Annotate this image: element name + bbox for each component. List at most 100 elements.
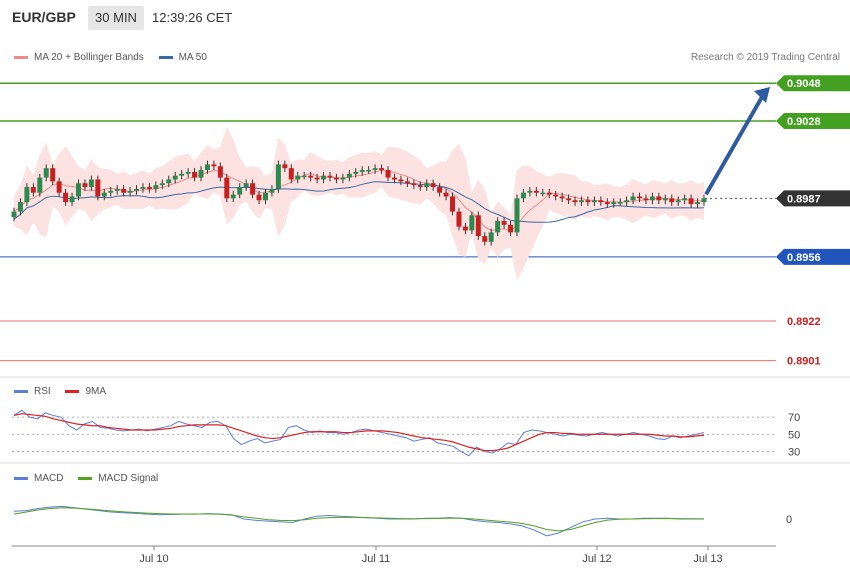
candle-body — [533, 190, 539, 193]
candle-body — [101, 192, 107, 197]
candle-body — [372, 168, 378, 171]
rsi-ma-line — [13, 413, 705, 452]
candle-body — [450, 196, 456, 212]
level-label-0: 0.9048 — [787, 78, 821, 90]
candle-body — [688, 198, 694, 205]
candle-body — [56, 181, 62, 193]
candle-body — [695, 202, 701, 205]
candle-body — [637, 196, 643, 199]
candle-body — [495, 221, 501, 233]
candle-body — [630, 196, 636, 201]
candle-body — [179, 173, 185, 176]
candle-body — [308, 175, 314, 178]
candle-body — [30, 187, 36, 193]
candle-body — [591, 200, 597, 203]
candle-body — [269, 188, 275, 193]
level-label-5: 0.8901 — [787, 356, 821, 368]
candle-body — [508, 224, 514, 233]
candle-body — [288, 168, 294, 180]
candle-body — [127, 190, 133, 193]
candle-body — [230, 194, 236, 199]
candle-body — [437, 187, 443, 193]
candle-body — [411, 183, 417, 186]
level-label-3: 0.8956 — [787, 252, 821, 264]
candle-body — [192, 171, 198, 178]
candle-body — [379, 168, 385, 171]
candle-body — [366, 170, 372, 172]
candle-body — [217, 166, 223, 178]
candle-body — [611, 202, 617, 205]
candle-body — [559, 196, 565, 199]
candle-body — [237, 187, 243, 195]
candle-body — [95, 179, 101, 197]
candle-body — [256, 194, 262, 201]
candle-body — [682, 198, 688, 201]
time-axis-label-3: Jul 13 — [693, 553, 722, 565]
candle-body — [108, 190, 114, 193]
candle-body — [282, 164, 288, 169]
time-axis-label-1: Jul 11 — [362, 553, 391, 565]
candle-body — [701, 198, 707, 203]
candle-body — [617, 202, 623, 204]
candle-body — [250, 183, 256, 195]
candle-body — [585, 200, 591, 203]
rsi-tick-label: 50 — [788, 429, 800, 441]
candle-body — [430, 183, 436, 188]
candle-body — [578, 200, 584, 203]
candle-body — [340, 177, 346, 180]
candle-body — [443, 192, 449, 197]
candle-body — [140, 187, 146, 189]
candle-body — [462, 226, 468, 231]
candle-body — [17, 202, 23, 212]
candle-body — [553, 194, 559, 197]
candle-body — [333, 177, 339, 180]
candle-body — [649, 196, 655, 201]
level-label-2: 0.8987 — [787, 193, 821, 205]
candle-body — [643, 198, 649, 201]
candle-body — [37, 177, 43, 193]
candle-body — [327, 175, 333, 178]
candle-body — [404, 181, 410, 184]
candle-body — [469, 215, 475, 231]
candle-body — [295, 175, 301, 180]
candle-body — [121, 188, 127, 193]
candle-body — [385, 170, 391, 178]
candle-body — [185, 171, 191, 174]
level-label-4: 0.8922 — [787, 316, 821, 328]
candle-body — [456, 211, 462, 227]
candle-body — [88, 179, 94, 188]
candle-body — [572, 200, 578, 203]
candle-body — [172, 175, 178, 180]
candle-body — [346, 173, 352, 178]
rsi-tick-label: 70 — [788, 412, 800, 424]
candle-body — [656, 196, 662, 201]
candle-body — [527, 190, 533, 193]
candle-body — [520, 192, 526, 199]
macd-zero-label: 0 — [786, 514, 792, 526]
candle-body — [275, 164, 281, 189]
time-axis-label-2: Jul 12 — [582, 553, 611, 565]
candle-body — [662, 198, 668, 201]
candle-body — [82, 183, 88, 188]
candle-body — [159, 183, 165, 186]
price-chart[interactable]: 0.9048 0.9028 0.8987 0.8956 0.8922 0.8901 70 50… — [0, 0, 850, 576]
candle-body — [69, 196, 75, 203]
candle-body — [63, 192, 69, 203]
candle-body — [146, 187, 152, 189]
candle-body — [359, 170, 365, 172]
candle-body — [301, 175, 307, 178]
candle-body — [482, 236, 488, 242]
level-label-1: 0.9028 — [787, 116, 821, 128]
candle-body — [353, 171, 359, 174]
candle-body — [669, 198, 675, 203]
candle-body — [391, 177, 397, 180]
candle-body — [50, 168, 56, 182]
candle-body — [314, 177, 320, 180]
candle-body — [675, 200, 681, 203]
candle-body — [417, 185, 423, 188]
time-axis-label-0: Jul 10 — [139, 553, 168, 565]
candle-body — [114, 188, 120, 191]
candle-body — [546, 192, 552, 195]
candle-body — [224, 177, 230, 199]
candle-body — [624, 200, 630, 203]
